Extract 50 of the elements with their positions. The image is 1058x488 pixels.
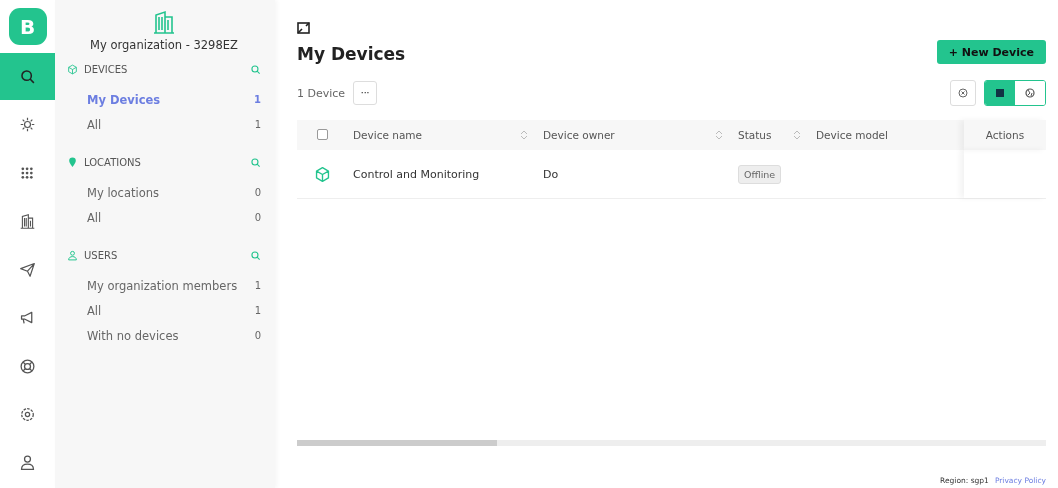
building-icon (153, 10, 175, 34)
user-icon (19, 454, 36, 472)
cube-icon (67, 64, 78, 75)
expand-icon[interactable] (297, 22, 310, 34)
column-header: Actions (985, 129, 1025, 141)
section-title: DEVICES (84, 64, 129, 75)
select-all-checkbox[interactable] (317, 129, 328, 140)
sidebar-item[interactable]: My locations 0 (67, 180, 261, 205)
page-title: My Devices (297, 44, 406, 64)
paper-plane-icon (19, 261, 36, 279)
list-view-tab[interactable] (985, 81, 1015, 105)
new-device-button[interactable]: + New Device (936, 40, 1046, 64)
more-button[interactable]: ··· (353, 81, 378, 105)
sun-icon (19, 116, 36, 134)
globe-icon (1025, 88, 1035, 98)
device-count: 1 Device (297, 86, 346, 100)
column-header: Device model (816, 129, 888, 141)
search-icon[interactable] (250, 250, 261, 261)
table-cell[interactable]: Control and Monitoring (353, 167, 480, 181)
status-tag: Offline (738, 164, 782, 184)
building-icon (19, 212, 36, 230)
cube-icon (314, 165, 331, 183)
sort-icon[interactable] (794, 130, 800, 140)
sidebar-item[interactable]: My organization members 1 (67, 273, 261, 298)
sidebar-item[interactable]: All 1 (67, 298, 261, 323)
sidebar-item[interactable]: All 1 (67, 112, 261, 137)
column-header: Status (738, 129, 772, 141)
circle-x-icon (958, 88, 968, 98)
lifebuoy-icon (19, 357, 36, 375)
sort-icon[interactable] (716, 130, 722, 140)
settings-icon (19, 406, 36, 424)
scrollbar[interactable] (297, 440, 497, 446)
sidebar-item[interactable]: My Devices 1 (67, 87, 261, 112)
search-icon[interactable] (250, 157, 261, 168)
filter-button[interactable] (950, 80, 976, 106)
list-icon (996, 89, 1004, 97)
sort-icon[interactable] (521, 130, 527, 140)
search-icon[interactable] (250, 64, 261, 75)
user-icon (67, 250, 78, 261)
table-cell: Do (543, 167, 559, 181)
search-icon (19, 68, 36, 86)
nav-item[interactable] (0, 53, 55, 100)
section-title: LOCATIONS (84, 157, 142, 168)
pin-icon (67, 157, 78, 168)
sidebar-item[interactable]: With no devices 0 (67, 323, 261, 348)
column-header: Device owner (543, 129, 615, 141)
section-title: USERS (84, 250, 119, 261)
organization-name: My organization - 3298EZ (90, 38, 238, 52)
column-header: Device name (353, 129, 423, 141)
sidebar-item[interactable]: All 0 (67, 205, 261, 230)
